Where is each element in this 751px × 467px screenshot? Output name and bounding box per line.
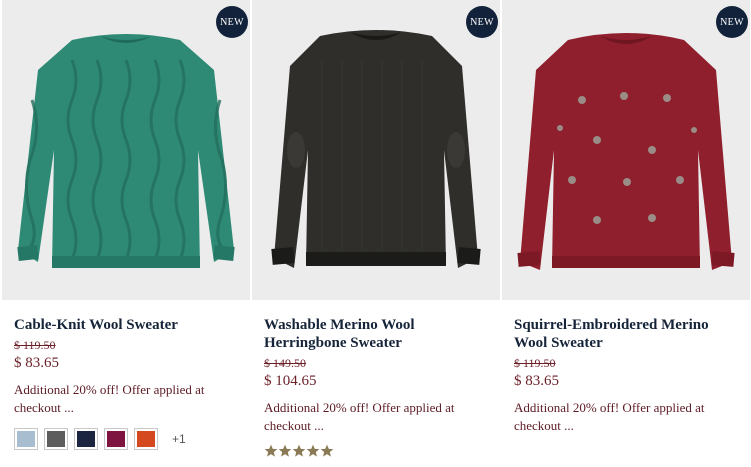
star-rating[interactable] <box>264 444 488 458</box>
original-price: $ 119.50 <box>514 356 556 370</box>
star-icon <box>264 444 278 457</box>
star-icon <box>292 444 306 457</box>
promo-text: Additional 20% off! Offer applied at che… <box>514 400 705 433</box>
star-icon <box>320 444 334 457</box>
product-name[interactable]: Cable-Knit Wool Sweater <box>14 316 238 334</box>
original-price: $ 149.50 <box>264 356 306 370</box>
product-name[interactable]: Washable Merino Wool Herringbone Sweater <box>264 316 488 352</box>
product-image[interactable]: NEW <box>252 0 500 300</box>
product-name[interactable]: Squirrel-Embroidered Merino Wool Sweater <box>514 316 738 352</box>
product-image[interactable]: NEW <box>502 0 750 300</box>
sale-price: $ 83.65 <box>14 355 59 371</box>
color-swatch[interactable] <box>14 428 38 450</box>
product-grid: NEW Cable-Knit Wool Sweater $ 119.50 $ 8… <box>0 0 751 467</box>
original-price: $ 119.50 <box>14 338 56 352</box>
new-badge: NEW <box>716 6 748 38</box>
promo-text: Additional 20% off! Offer applied at che… <box>264 400 455 433</box>
promo-text: Additional 20% off! Offer applied at che… <box>14 382 205 415</box>
more-swatches-link[interactable]: +1 <box>172 432 186 446</box>
product-card[interactable]: NEW Washable Merino Wool Herringbone Swe… <box>252 0 500 467</box>
color-swatch[interactable] <box>134 428 158 450</box>
sale-price: $ 104.65 <box>264 373 317 389</box>
product-image[interactable]: NEW <box>2 0 250 300</box>
sweater-image <box>271 30 481 268</box>
color-swatch[interactable] <box>104 428 128 450</box>
star-icon <box>278 444 292 457</box>
color-swatches: +1 <box>14 428 238 450</box>
new-badge: NEW <box>216 6 248 38</box>
sweater-image <box>517 33 735 270</box>
color-swatch[interactable] <box>74 428 98 450</box>
product-card[interactable]: NEW Squirrel-Embroidered Merino Wool Swe… <box>502 0 750 467</box>
new-badge: NEW <box>466 6 498 38</box>
star-icon <box>306 444 320 457</box>
color-swatch[interactable] <box>44 428 68 450</box>
product-card[interactable]: NEW Cable-Knit Wool Sweater $ 119.50 $ 8… <box>2 0 250 467</box>
sale-price: $ 83.65 <box>514 373 559 389</box>
sweater-image <box>17 34 235 268</box>
